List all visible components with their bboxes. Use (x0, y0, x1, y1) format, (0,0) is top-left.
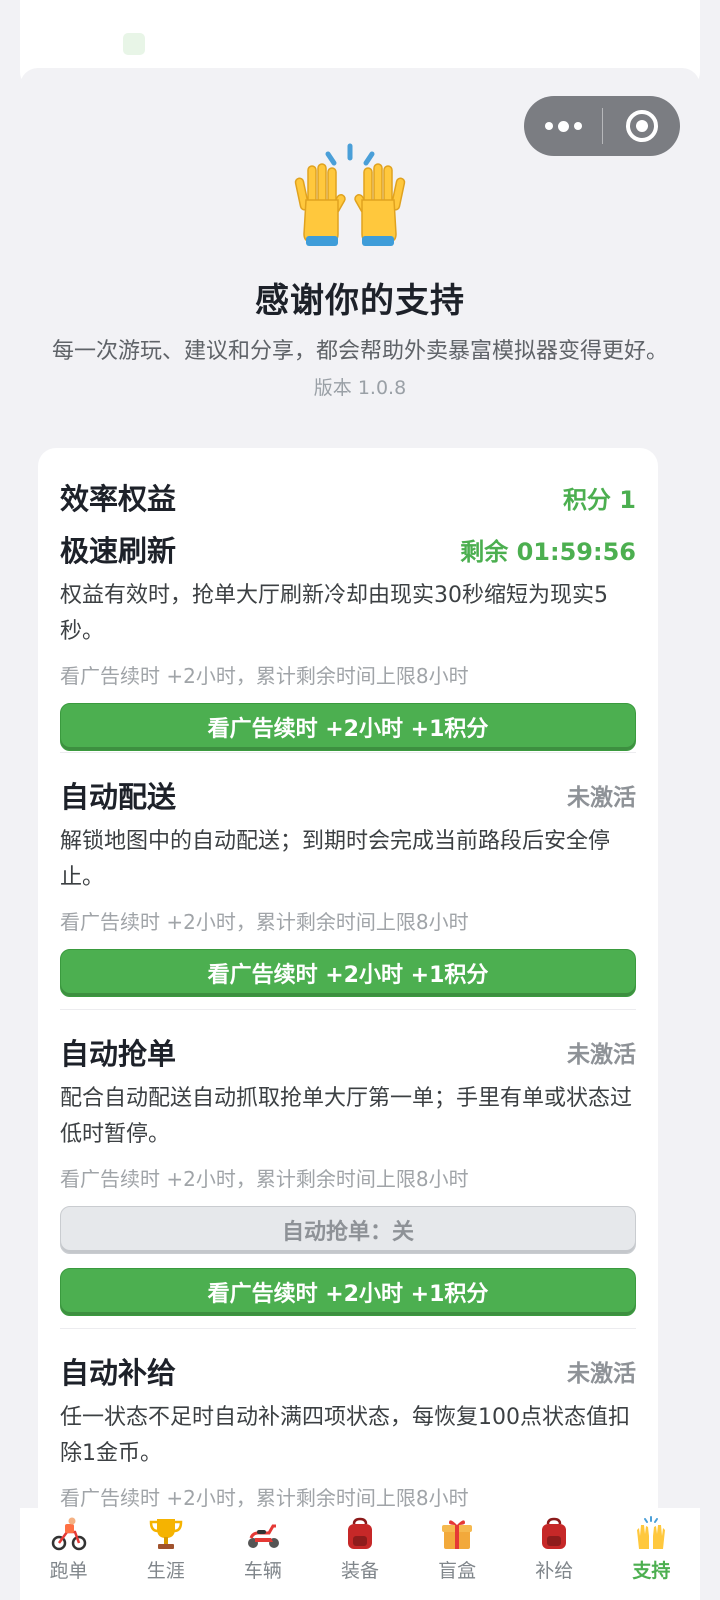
benefit-title: 自动抢单 (60, 1037, 177, 1071)
raised-hands-icon (637, 1516, 666, 1549)
raised-hands-icon (294, 143, 406, 246)
gift-box-icon (442, 1520, 473, 1549)
section-divider (60, 1009, 636, 1010)
tab-blindbox[interactable]: 盲盒 (409, 1508, 506, 1600)
scooter-icon (247, 1524, 279, 1548)
tab-career[interactable]: 生涯 (117, 1508, 214, 1600)
backpack-icon (542, 1517, 567, 1549)
watch-ad-button[interactable]: 看广告续时 +2小时 +1积分 (60, 949, 636, 997)
benefit-description: 配合自动配送自动抓取抢单大厅第一单；手里有单或状态过低时暂停。 (60, 1086, 633, 1147)
benefit-title: 极速刷新 (60, 534, 177, 568)
benefit-note: 看广告续时 +2小时，累计剩余时间上限8小时 (60, 1167, 469, 1191)
section-divider (60, 752, 636, 753)
version-label: 版本 1.0.8 (313, 377, 407, 399)
tab-vehicle[interactable]: 车辆 (214, 1508, 311, 1600)
points-label: 积分 1 (562, 485, 636, 514)
watch-ad-button[interactable]: 看广告续时 +2小时 +1积分 (60, 1268, 636, 1316)
card-heading: 效率权益 (60, 482, 177, 516)
benefits-card: 效率权益 积分 1 极速刷新 剩余 01:59:56 权益有效时，抢单大厅刷新冷… (38, 448, 658, 1508)
benefit-description: 任一状态不足时自动补满四项状态，每恢复100点状态值扣除1金币。 (60, 1405, 630, 1466)
benefit-description: 权益有效时，抢单大厅刷新冷却由现实30秒缩短为现实5秒。 (60, 583, 608, 644)
more-dots-icon[interactable] (524, 120, 602, 132)
tab-paodan[interactable]: 跑单 (20, 1508, 117, 1600)
status-badge: 未激活 (567, 1361, 636, 1387)
remaining-time: 剩余 01:59:56 (460, 537, 636, 566)
benefit-fast-refresh: 效率权益 积分 1 极速刷新 剩余 01:59:56 权益有效时，抢单大厅刷新冷… (60, 476, 636, 751)
tab-label: 车辆 (243, 1560, 282, 1582)
support-page: 感谢你的支持 每一次游玩、建议和分享，都会帮助外卖暴富模拟器变得更好。 版本 1… (20, 68, 700, 1508)
benefit-auto-grab: 自动抢单 未激活 配合自动配送自动抓取抢单大厅第一单；手里有单或状态过低时暂停。… (60, 1031, 636, 1316)
target-close-icon[interactable] (603, 110, 680, 142)
benefit-title: 自动补给 (60, 1356, 177, 1390)
page-title: 感谢你的支持 (255, 281, 465, 321)
watch-ad-button[interactable]: 看广告续时 +2小时 +1积分 (60, 703, 636, 751)
trophy-icon (149, 1519, 182, 1549)
tab-label: 补给 (535, 1560, 574, 1582)
benefit-description: 解锁地图中的自动配送；到期时会完成当前路段后安全停止。 (60, 829, 611, 890)
cyclist-icon (51, 1517, 86, 1551)
miniprogram-capsule (524, 96, 680, 156)
benefit-note: 看广告续时 +2小时，累计剩余时间上限8小时 (60, 664, 469, 688)
status-badge: 未激活 (567, 785, 636, 811)
benefit-note: 看广告续时 +2小时，累计剩余时间上限8小时 (60, 910, 469, 934)
status-badge: 未激活 (567, 1042, 636, 1068)
benefit-auto-supply: 自动补给 未激活 任一状态不足时自动补满四项状态，每恢复100点状态值扣除1金币… (60, 1350, 636, 1508)
tab-label: 装备 (340, 1560, 379, 1582)
tab-label: 支持 (632, 1560, 671, 1582)
tab-label: 跑单 (49, 1560, 88, 1582)
auto-grab-toggle[interactable]: 自动抢单：关 (60, 1206, 636, 1254)
section-divider (60, 1328, 636, 1329)
tab-label: 生涯 (146, 1560, 185, 1582)
benefit-auto-delivery: 自动配送 未激活 解锁地图中的自动配送；到期时会完成当前路段后安全停止。 看广告… (60, 774, 636, 997)
benefit-title: 自动配送 (60, 780, 177, 814)
bottom-tab-bar: 跑单 生涯 车辆 装备 盲盒 补给 支持 (20, 1508, 700, 1600)
backpack-icon (347, 1517, 372, 1549)
tab-label: 盲盒 (438, 1560, 477, 1582)
tab-supply[interactable]: 补给 (506, 1508, 603, 1600)
benefit-note: 看广告续时 +2小时，累计剩余时间上限8小时 (60, 1486, 469, 1508)
tab-equipment[interactable]: 装备 (311, 1508, 408, 1600)
page-subtitle: 每一次游玩、建议和分享，都会帮助外卖暴富模拟器变得更好。 (51, 339, 668, 364)
tab-support[interactable]: 支持 (603, 1508, 700, 1600)
small-badge-icon (123, 33, 145, 55)
